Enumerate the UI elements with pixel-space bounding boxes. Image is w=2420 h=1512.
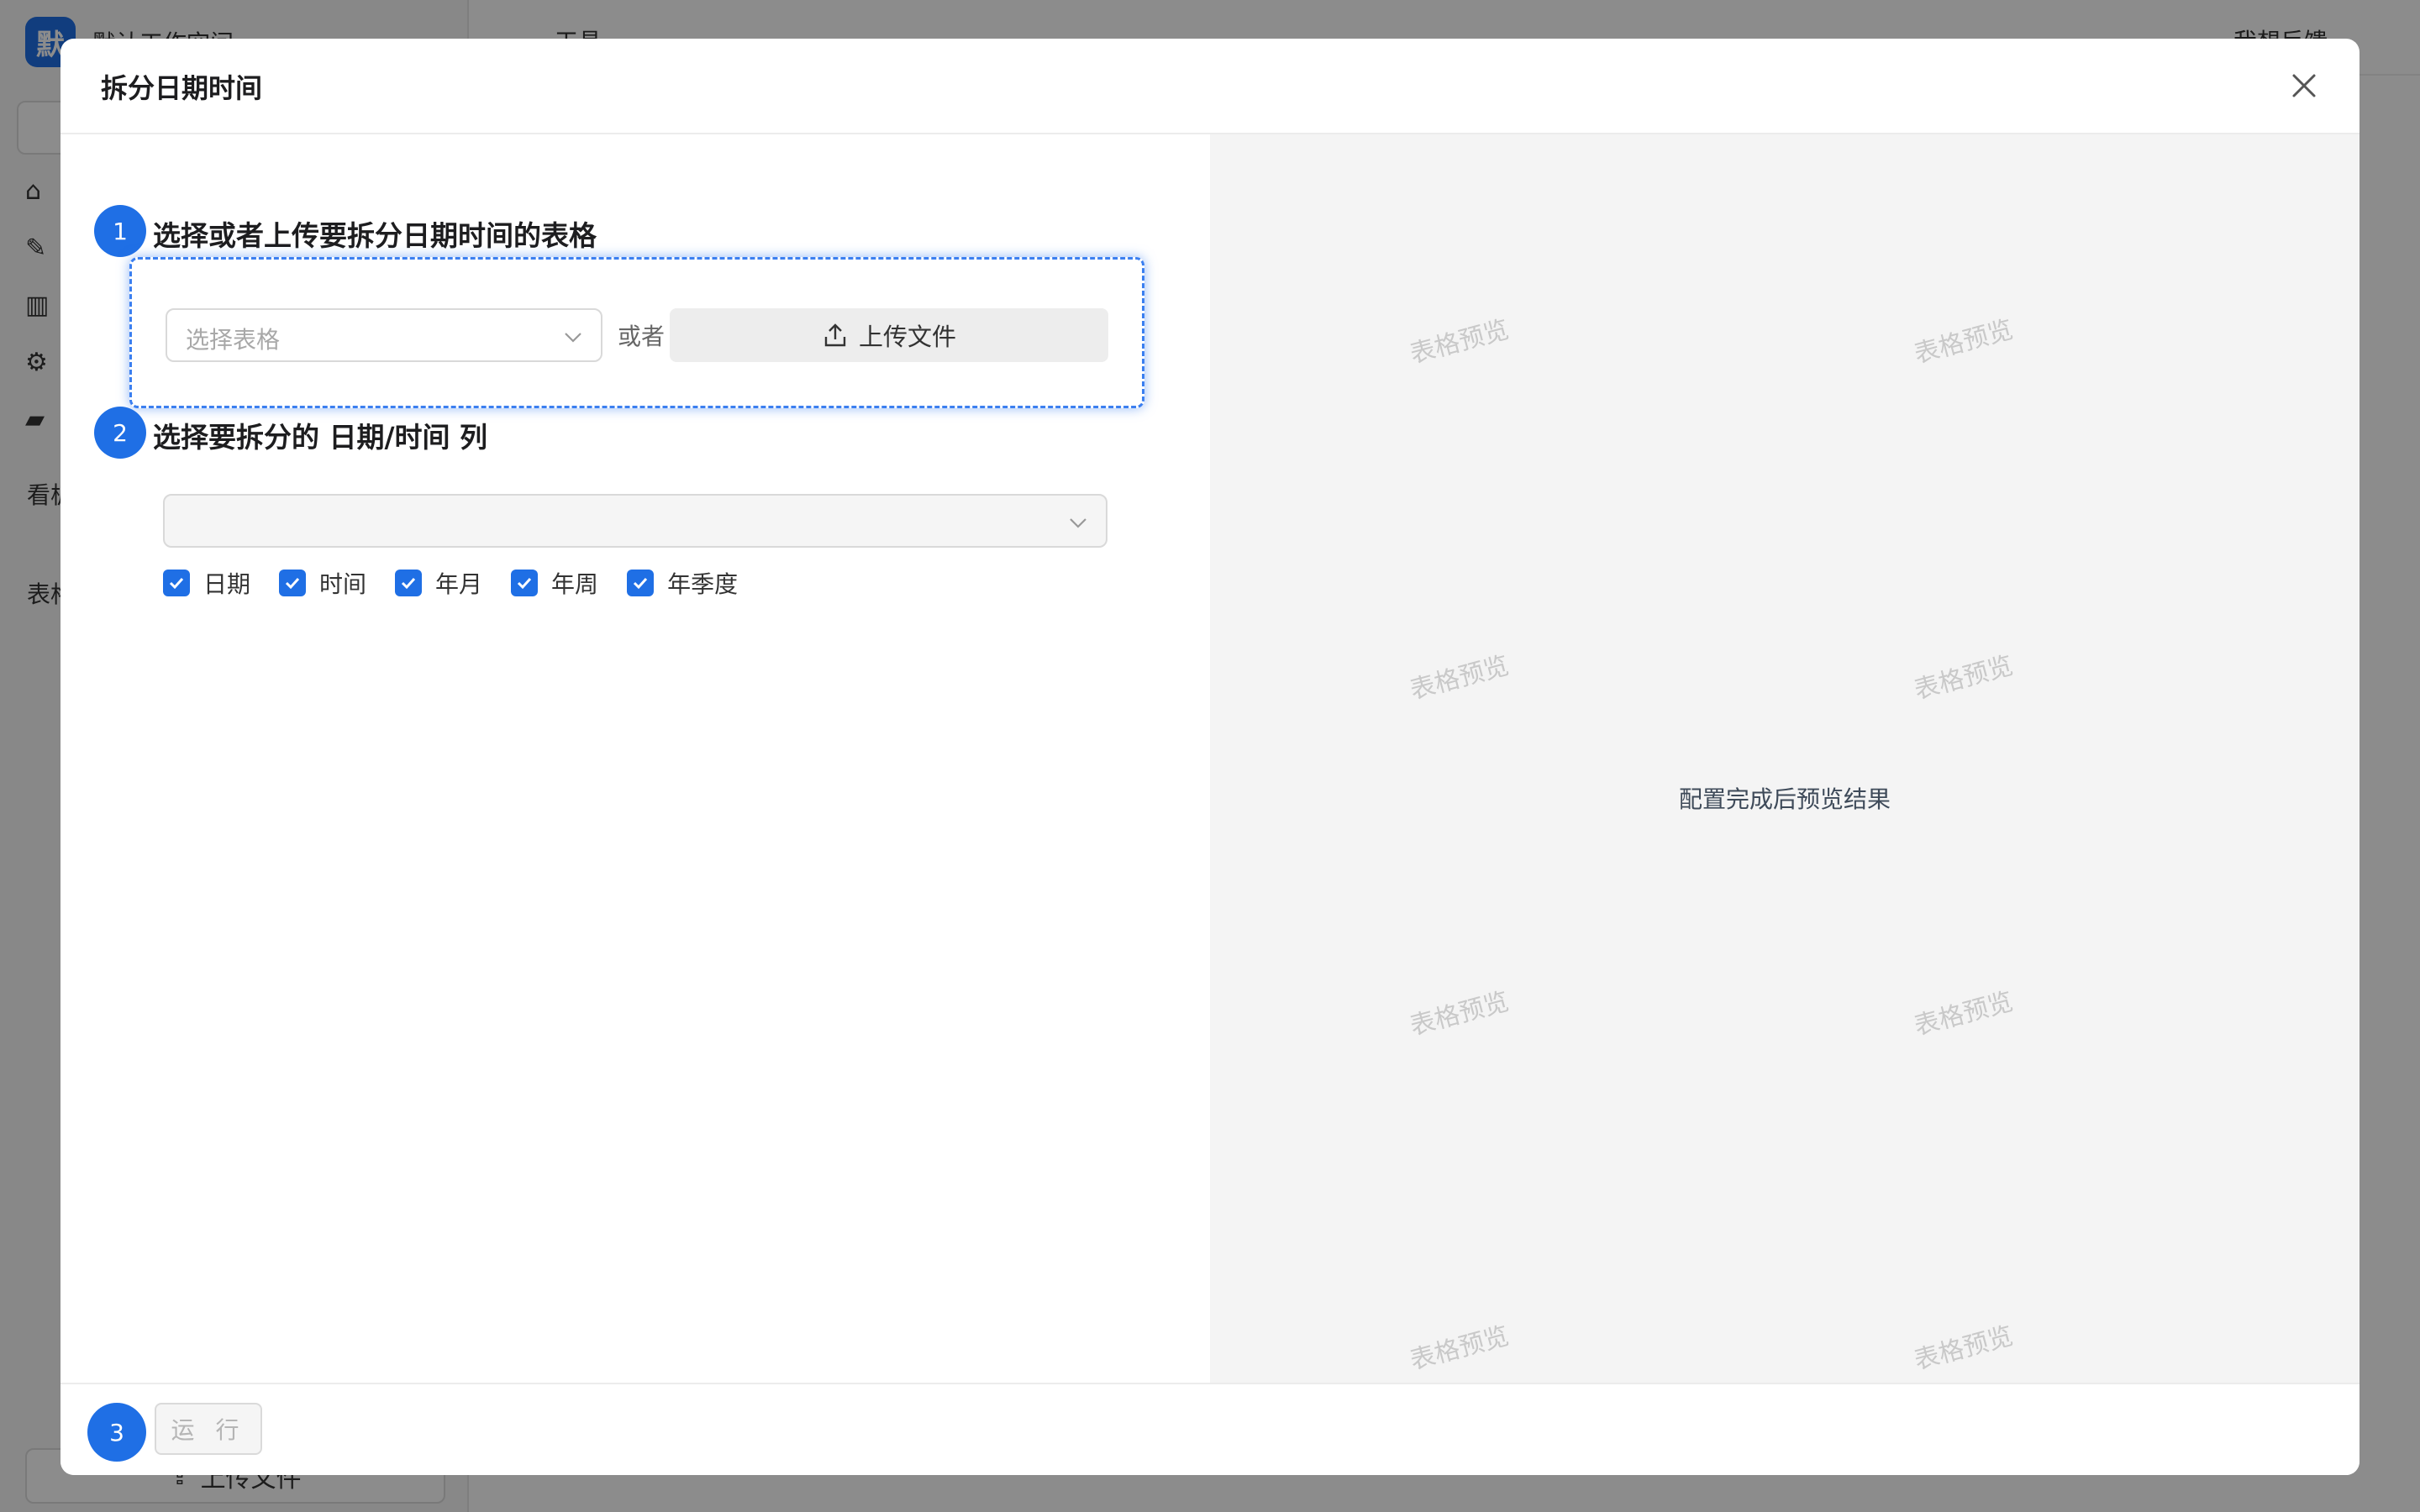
upload-file-button[interactable]: 上传文件 bbox=[670, 308, 1108, 362]
checkbox-label: 年季度 bbox=[667, 570, 739, 598]
upload-file-label: 上传文件 bbox=[858, 323, 956, 351]
checkbox-year-month[interactable]: 年月 bbox=[395, 566, 482, 600]
select-table-placeholder: 选择表格 bbox=[186, 326, 281, 354]
split-datetime-modal: 拆分日期时间 1 选择或者上传要拆分日期时间的表格 选择表格 或者 上传文件 2… bbox=[60, 39, 2360, 1475]
checkbox-checked-icon bbox=[279, 570, 307, 596]
step-3-badge: 3 bbox=[87, 1403, 146, 1462]
checkbox-label: 日期 bbox=[203, 570, 251, 598]
checkbox-year-week[interactable]: 年周 bbox=[511, 566, 598, 600]
checkbox-time[interactable]: 时间 bbox=[279, 566, 366, 600]
close-button[interactable] bbox=[2282, 64, 2326, 108]
step-2-title: 选择要拆分的 日期/时间 列 bbox=[153, 421, 488, 454]
run-button[interactable]: 运 行 bbox=[155, 1403, 262, 1455]
or-text: 或者 bbox=[618, 323, 666, 350]
select-table-dropdown[interactable]: 选择表格 bbox=[166, 308, 602, 362]
close-icon bbox=[2292, 74, 2316, 97]
preview-watermark: 表格预览 bbox=[1407, 986, 1512, 1042]
checkbox-checked-icon bbox=[163, 570, 190, 596]
preview-watermark: 表格预览 bbox=[1911, 314, 2017, 370]
modal-footer: 3 运 行 bbox=[60, 1383, 2360, 1475]
datetime-column-select[interactable] bbox=[163, 494, 1107, 548]
preview-watermark: 表格预览 bbox=[1407, 314, 1512, 370]
preview-watermark: 表格预览 bbox=[1911, 986, 2017, 1042]
preview-watermark: 表格预览 bbox=[1407, 1320, 1512, 1376]
step-1-title: 选择或者上传要拆分日期时间的表格 bbox=[153, 219, 597, 252]
checkbox-year-quarter[interactable]: 年季度 bbox=[627, 566, 738, 600]
checkbox-label: 年月 bbox=[435, 570, 483, 598]
split-options: 日期 时间 年月 年周 年季度 bbox=[163, 566, 766, 600]
checkbox-date[interactable]: 日期 bbox=[163, 566, 250, 600]
modal-header: 拆分日期时间 bbox=[60, 39, 2360, 134]
preview-pane: 表格预览 表格预览 表格预览 表格预览 表格预览 表格预览 表格预览 表格预览 … bbox=[1210, 134, 2360, 1383]
checkbox-checked-icon bbox=[395, 570, 423, 596]
checkbox-label: 时间 bbox=[319, 570, 367, 598]
preview-watermark: 表格预览 bbox=[1911, 650, 2017, 706]
preview-watermark: 表格预览 bbox=[1911, 1320, 2017, 1376]
table-source-box: 选择表格 或者 上传文件 bbox=[129, 257, 1144, 408]
chevron-down-icon bbox=[565, 333, 581, 343]
preview-hint: 配置完成后预览结果 bbox=[1678, 785, 1891, 813]
config-pane: 1 选择或者上传要拆分日期时间的表格 选择表格 或者 上传文件 2 选择要拆分的 bbox=[60, 134, 1210, 1383]
upload-icon bbox=[824, 323, 846, 347]
step-1-badge: 1 bbox=[94, 205, 146, 257]
step-2-badge: 2 bbox=[94, 407, 146, 459]
checkbox-checked-icon bbox=[627, 570, 655, 596]
checkbox-checked-icon bbox=[511, 570, 539, 596]
checkbox-label: 年周 bbox=[551, 570, 599, 598]
preview-watermark: 表格预览 bbox=[1407, 650, 1512, 706]
chevron-down-icon bbox=[1070, 518, 1086, 528]
modal-title: 拆分日期时间 bbox=[101, 72, 263, 104]
